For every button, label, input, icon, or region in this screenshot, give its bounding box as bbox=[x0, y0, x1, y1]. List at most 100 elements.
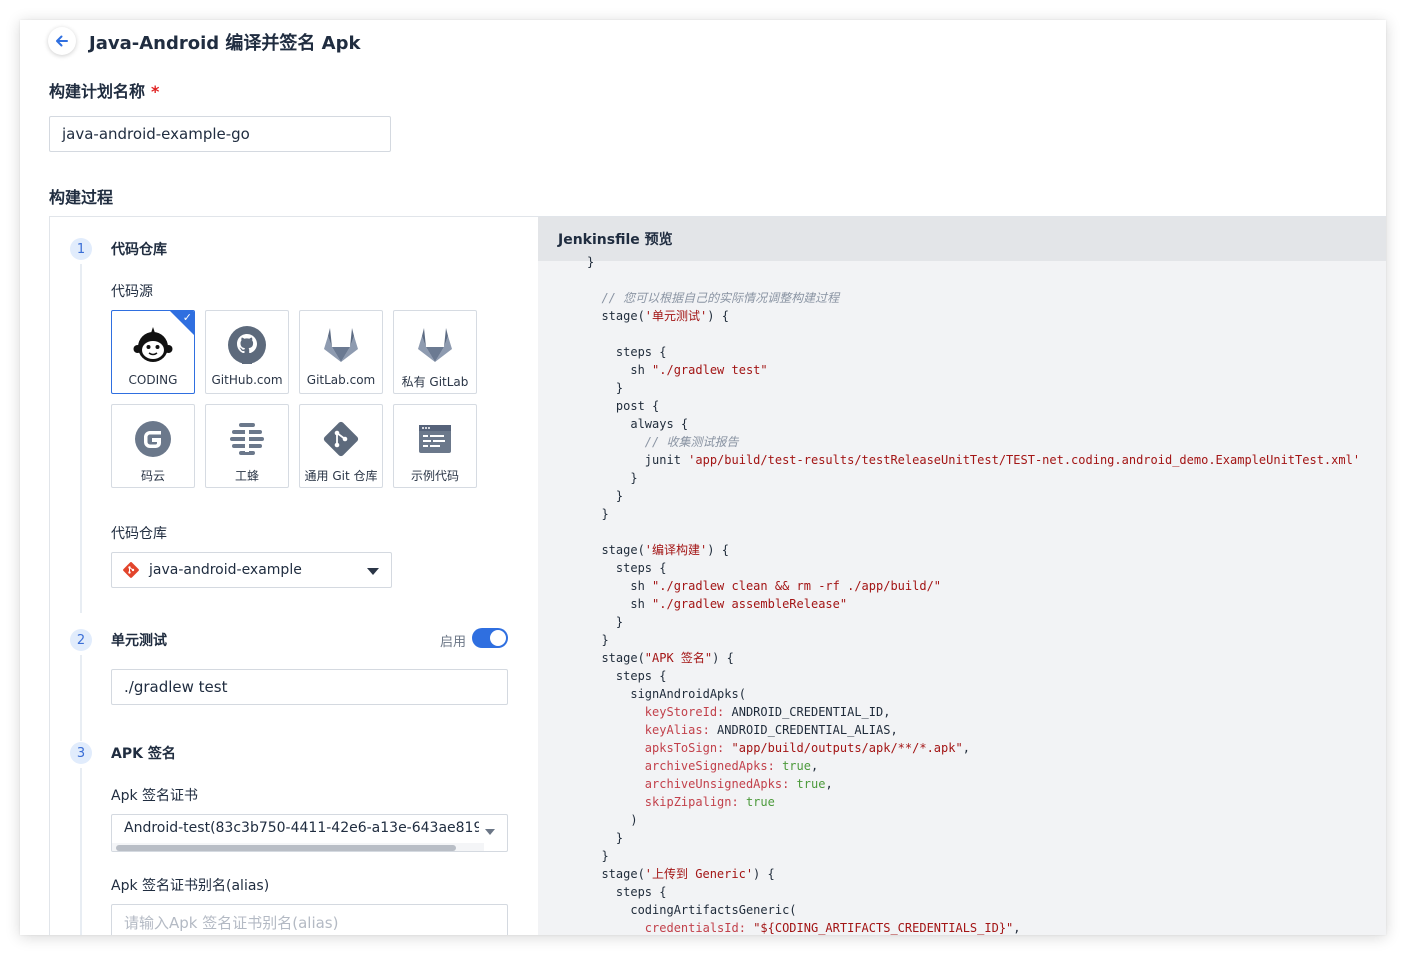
horizontal-scrollbar-track[interactable] bbox=[112, 843, 484, 851]
repo-label: 代码仓库 bbox=[111, 526, 167, 542]
chevron-down-icon bbox=[485, 829, 495, 835]
repo-select[interactable]: java-android-example bbox=[111, 552, 392, 588]
code-token: steps { bbox=[587, 885, 667, 899]
code-line: signAndroidApks( bbox=[538, 685, 1360, 703]
required-mark: * bbox=[151, 82, 160, 101]
code-line: } bbox=[538, 469, 1360, 487]
code-line: } bbox=[538, 379, 1360, 397]
source-github[interactable]: GitHub.com bbox=[205, 310, 289, 394]
source-label-gitee: 码云 bbox=[140, 469, 165, 483]
step-2-number: 2 bbox=[70, 629, 92, 651]
repo-select-value: java-android-example bbox=[149, 562, 302, 578]
code-token: , bbox=[1013, 921, 1021, 935]
coding-icon bbox=[131, 323, 175, 367]
code-token: post { bbox=[587, 399, 660, 413]
step-1-number: 1 bbox=[70, 238, 92, 260]
source-private-gitlab[interactable]: 私有 GitLab bbox=[393, 310, 477, 394]
code-line: sh "./gradlew assembleRelease" bbox=[538, 595, 1360, 613]
code-line: junit 'app/build/test-results/testReleas… bbox=[538, 451, 1360, 469]
code-token: archiveSignedApks: bbox=[644, 759, 775, 773]
code-line: archiveUnsignedApks: true, bbox=[538, 775, 1360, 793]
code-token: stage( bbox=[587, 867, 645, 881]
code-token: ) { bbox=[753, 867, 775, 881]
source-label-gitlab: GitLab.com bbox=[306, 373, 376, 387]
code-line: steps { bbox=[538, 667, 1360, 685]
code-token: ) bbox=[587, 813, 638, 827]
code-token: sh bbox=[587, 597, 653, 611]
gitlab-private-icon bbox=[413, 323, 457, 367]
source-coding[interactable]: ✓ CODING bbox=[111, 310, 195, 394]
code-line: credentialsId: "${CODING_ARTIFACTS_CREDE… bbox=[538, 919, 1360, 935]
source-label-sample-code: 示例代码 bbox=[410, 469, 459, 483]
code-token: ANDROID_CREDENTIAL_ALIAS, bbox=[709, 723, 898, 737]
code-token: keyStoreId: bbox=[644, 705, 725, 719]
toggle-knob bbox=[490, 630, 506, 646]
code-token: "${CODING_ARTIFACTS_CREDENTIALS_ID}" bbox=[753, 921, 1014, 935]
code-line: always { bbox=[538, 415, 1360, 433]
code-token: true bbox=[745, 795, 775, 809]
source-label-gongfeng: 工蜂 bbox=[234, 469, 259, 483]
source-label-private-gitlab: 私有 GitLab bbox=[401, 375, 469, 389]
source-gitee[interactable]: 码云 bbox=[111, 404, 195, 488]
code-token: } bbox=[587, 615, 624, 629]
code-token: ANDROID_CREDENTIAL_ID, bbox=[724, 705, 891, 719]
code-line: } bbox=[538, 253, 1360, 271]
code-line: } bbox=[538, 829, 1360, 847]
code-token: '编译构建' bbox=[644, 543, 708, 557]
gitee-icon bbox=[131, 417, 175, 461]
code-token: junit bbox=[587, 453, 689, 467]
code-token: true bbox=[782, 759, 811, 773]
code-token: } bbox=[587, 471, 638, 485]
code-token: sh bbox=[587, 579, 653, 593]
code-line: } bbox=[538, 613, 1360, 631]
alias-label: Apk 签名证书别名(alias) bbox=[111, 878, 270, 894]
back-button[interactable] bbox=[48, 27, 76, 55]
code-line: stage('单元测试') { bbox=[538, 307, 1360, 325]
code-line: steps { bbox=[538, 559, 1360, 577]
code-line: sh "./gradlew clean && rm -rf ./app/buil… bbox=[538, 577, 1360, 595]
code-token: , bbox=[825, 777, 833, 791]
code-token: credentialsId: bbox=[644, 921, 746, 935]
unit-test-toggle[interactable] bbox=[472, 628, 508, 648]
code-token: apksToSign: bbox=[644, 741, 725, 755]
code-token: // 您可以根据自己的实际情况调整构建过程 bbox=[587, 291, 840, 305]
jenkinsfile-preview: Jenkinsfile 预览 } // 您可以根据自己的实际情况调整构建过程 s… bbox=[538, 217, 1386, 935]
cert-select-value: Android-test(83c3b750-4411-42e6-a13e-643… bbox=[124, 820, 479, 836]
plan-name-input[interactable]: java-android-example-go bbox=[49, 116, 391, 152]
source-sample-code[interactable]: 示例代码 bbox=[393, 404, 477, 488]
github-icon bbox=[225, 323, 269, 367]
build-process-panel: 1 代码仓库 代码源 ✓ CODING GitHub.com GitLab.co… bbox=[49, 216, 1386, 935]
code-token: skipZipalign: bbox=[644, 795, 739, 809]
code-token: stage( bbox=[587, 651, 645, 665]
source-generic-git[interactable]: 通用 Git 仓库 bbox=[299, 404, 383, 488]
unit-test-command-value: ./gradlew test bbox=[124, 678, 228, 696]
code-token: "APK 签名" bbox=[644, 651, 713, 665]
code-token: '单元测试' bbox=[644, 309, 708, 323]
gongfeng-icon bbox=[225, 417, 269, 461]
source-label-github: GitHub.com bbox=[211, 373, 283, 387]
code-token: 'app/build/test-results/testReleaseUnitT… bbox=[688, 453, 1361, 467]
chevron-down-icon bbox=[367, 568, 379, 575]
code-line: codingArtifactsGeneric( bbox=[538, 901, 1360, 919]
alias-placeholder: 请输入Apk 签名证书别名(alias) bbox=[124, 913, 339, 932]
steps-panel: 1 代码仓库 代码源 ✓ CODING GitHub.com GitLab.co… bbox=[50, 217, 538, 935]
alias-input[interactable]: 请输入Apk 签名证书别名(alias) bbox=[111, 904, 508, 935]
code-line: } bbox=[538, 505, 1360, 523]
horizontal-scrollbar-thumb[interactable] bbox=[116, 845, 456, 851]
cert-select[interactable]: Android-test(83c3b750-4411-42e6-a13e-643… bbox=[111, 814, 508, 852]
source-gongfeng[interactable]: 工蜂 bbox=[205, 404, 289, 488]
code-token: always { bbox=[587, 417, 689, 431]
source-gitlab[interactable]: GitLab.com bbox=[299, 310, 383, 394]
code-token: "./gradlew clean && rm -rf ./app/build/" bbox=[652, 579, 942, 593]
unit-test-command-input[interactable]: ./gradlew test bbox=[111, 669, 508, 705]
code-token: "./gradlew assembleRelease" bbox=[652, 597, 848, 611]
step-1-connector bbox=[80, 264, 82, 613]
code-token: "./gradlew test" bbox=[652, 363, 768, 377]
code-line: archiveSignedApks: true, bbox=[538, 757, 1360, 775]
sample-code-icon bbox=[413, 417, 457, 461]
code-token: steps { bbox=[587, 669, 667, 683]
